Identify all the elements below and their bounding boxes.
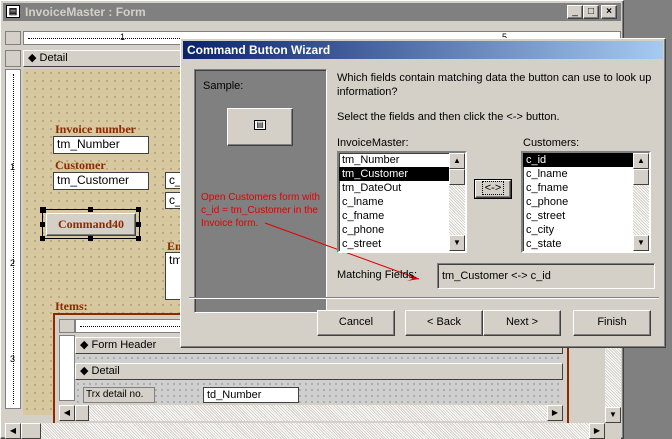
subform-detail-bar[interactable]: ◆ Detail — [75, 363, 563, 380]
sample-button: ▤ — [227, 108, 293, 146]
selection-handle[interactable] — [88, 236, 93, 241]
form-icon: ▤ — [6, 5, 20, 18]
list-item-selected[interactable]: c_id — [523, 153, 649, 167]
list-item[interactable]: c_state — [523, 237, 649, 251]
left-list-label: InvoiceMaster: — [337, 137, 409, 149]
scroll-down-icon[interactable]: ▼ — [449, 235, 465, 251]
left-list-scrollbar[interactable]: ▲ ▼ — [449, 153, 465, 251]
subform-header-label: Form Header — [91, 339, 157, 351]
section-arrow-icon: ◆ — [28, 52, 40, 64]
section-arrow-icon: ◆ — [80, 339, 92, 351]
selection-handle[interactable] — [136, 236, 141, 241]
cancel-button[interactable]: Cancel — [317, 310, 395, 336]
list-item[interactable]: c_phone — [523, 195, 649, 209]
maximize-button[interactable]: □ — [583, 5, 599, 19]
vertical-ruler: 1 2 3 — [5, 69, 21, 409]
matching-fields-text: tm_Customer <-> c_id — [442, 270, 551, 282]
form-icon: ▤ — [254, 120, 266, 130]
selection-handle[interactable] — [136, 207, 141, 212]
list-item[interactable]: c_fname — [523, 181, 649, 195]
subform-hscroll[interactable]: ◀ ▶ — [59, 405, 563, 421]
right-list-scrollbar[interactable]: ▲ ▼ — [633, 153, 649, 251]
list-item[interactable]: c_phone — [339, 223, 465, 237]
form-hscroll[interactable]: ◀ ▶ — [5, 423, 605, 439]
scroll-up-icon[interactable]: ▲ — [633, 153, 649, 169]
detail-section-label: Detail — [39, 52, 68, 64]
desktop-strip — [624, 0, 672, 38]
scroll-right-icon[interactable]: ▶ — [589, 423, 605, 439]
match-fields-button[interactable]: <-> — [474, 179, 512, 199]
list-item[interactable]: tm_DateOut — [339, 181, 465, 195]
list-item[interactable]: c_fname — [339, 209, 465, 223]
wizard-dialog: Command Button Wizard Sample: ▤ Open Cus… — [180, 38, 666, 348]
wizard-title-bar: Command Button Wizard — [183, 41, 663, 59]
list-item[interactable]: c_street — [523, 209, 649, 223]
back-button[interactable]: < Back — [405, 310, 483, 336]
matching-fields-value: tm_Customer <-> c_id — [437, 263, 655, 289]
scroll-thumb[interactable] — [449, 169, 465, 185]
scroll-thumb[interactable] — [633, 169, 649, 185]
selection-handle[interactable] — [40, 207, 46, 213]
scroll-left-icon[interactable]: ◀ — [59, 405, 75, 421]
wizard-instruction: Select the fields and then click the <->… — [337, 111, 560, 123]
wizard-question: Which fields contain matching data the b… — [337, 72, 652, 98]
list-item[interactable]: c_street — [339, 237, 465, 251]
detail-section-bar[interactable]: ◆ Detail — [23, 50, 183, 67]
selection-handle[interactable] — [40, 222, 45, 227]
scroll-left-icon[interactable]: ◀ — [5, 423, 21, 439]
command40-button[interactable]: Command40 — [46, 213, 136, 236]
selection-handle[interactable] — [136, 222, 141, 227]
close-button[interactable]: × — [601, 5, 617, 19]
customer-label: Customer — [55, 158, 106, 172]
right-list-label: Customers: — [523, 137, 580, 149]
scroll-up-icon[interactable]: ▲ — [449, 153, 465, 169]
scroll-thumb[interactable] — [75, 405, 89, 421]
scroll-thumb[interactable] — [21, 423, 41, 439]
customer-field[interactable]: tm_Customer — [53, 172, 149, 190]
list-item[interactable]: c_lname — [339, 195, 465, 209]
scroll-down-icon[interactable]: ▼ — [605, 407, 621, 423]
subform-detail-label: Detail — [91, 365, 120, 377]
subform-label: Trx detail no. — [83, 387, 155, 403]
match-button-label: <-> — [481, 181, 505, 195]
ruler-corner-2 — [5, 50, 21, 67]
subform-header-grid — [75, 355, 563, 363]
separator — [189, 297, 659, 299]
sample-label: Sample: — [203, 80, 244, 92]
list-item-selected[interactable]: tm_Customer — [339, 167, 465, 181]
invoice-number-label: Invoice number — [55, 122, 136, 136]
subform-field[interactable]: td_Number — [203, 387, 299, 403]
selection-handle[interactable] — [40, 236, 45, 241]
scroll-down-icon[interactable]: ▼ — [633, 235, 649, 251]
scroll-right-icon[interactable]: ▶ — [547, 405, 563, 421]
finish-button[interactable]: Finish — [573, 310, 651, 336]
section-arrow-icon: ◆ — [80, 365, 92, 377]
size-grip[interactable] — [605, 423, 621, 439]
wizard-title: Command Button Wizard — [187, 43, 331, 57]
matching-fields-label: Matching Fields: — [337, 269, 418, 281]
form-title: InvoiceMaster : Form — [25, 5, 146, 19]
selection-handle[interactable] — [88, 207, 93, 212]
subform-vruler — [59, 335, 75, 401]
ruler-mark: 1 — [120, 32, 126, 42]
ruler-corner[interactable] — [5, 31, 21, 45]
next-button[interactable]: Next > — [483, 310, 561, 336]
list-item[interactable]: tm_Number — [339, 153, 465, 167]
invoice-number-field[interactable]: tm_Number — [53, 136, 149, 154]
form-title-bar: ▤ InvoiceMaster : Form — [3, 3, 621, 21]
list-item[interactable]: c_lname — [523, 167, 649, 181]
minimize-button[interactable]: _ — [567, 5, 583, 19]
form-vscroll[interactable]: ▼ — [605, 341, 621, 423]
items-label: Items: — [55, 299, 88, 313]
left-fields-list[interactable]: tm_Number tm_Customer tm_DateOut c_lname… — [337, 151, 467, 253]
list-item[interactable]: c_city — [523, 223, 649, 237]
right-fields-list[interactable]: c_id c_lname c_fname c_phone c_street c_… — [521, 151, 651, 253]
command40-selection[interactable]: Command40 — [40, 207, 141, 241]
subform-ruler-corner — [59, 319, 75, 333]
